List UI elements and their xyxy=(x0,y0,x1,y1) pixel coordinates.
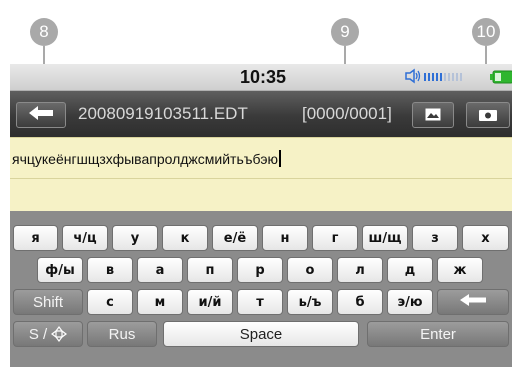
key-p[interactable]: п xyxy=(187,257,233,283)
key-k[interactable]: к xyxy=(162,225,208,251)
callout-marker-9: 9 xyxy=(331,18,359,46)
typed-text: ячцукеёнгшщзхфывапролджсмийтьъбэю xyxy=(12,150,282,167)
picture-icon xyxy=(425,106,441,125)
shift-key[interactable]: Shift xyxy=(13,289,83,315)
enter-key[interactable]: Enter xyxy=(367,321,509,347)
key-soft-hard-sign[interactable]: ь/ъ xyxy=(287,289,333,315)
callout-marker-10: 10 xyxy=(472,18,500,46)
file-counter: [0000/0001] xyxy=(302,104,392,123)
key-t[interactable]: т xyxy=(237,289,283,315)
backspace-key[interactable] xyxy=(437,289,509,315)
callout-marker-8: 8 xyxy=(30,18,58,46)
file-name: 20080919103511.EDT xyxy=(78,104,248,123)
key-n[interactable]: н xyxy=(262,225,308,251)
key-i-ikratkoe[interactable]: и/й xyxy=(187,289,233,315)
back-arrow-icon xyxy=(27,105,55,125)
key-f-y[interactable]: ф/ы xyxy=(37,257,83,283)
key-v[interactable]: в xyxy=(87,257,133,283)
typed-text-value: ячцукеёнгшщзхфывапролджсмийтьъбэю xyxy=(12,151,279,167)
key-b[interactable]: б xyxy=(337,289,383,315)
camera-icon xyxy=(479,106,497,125)
picture-button[interactable] xyxy=(412,102,454,128)
clock-time: 10:35 xyxy=(240,67,287,87)
key-zh[interactable]: ж xyxy=(437,257,483,283)
key-ya[interactable]: я xyxy=(13,225,58,251)
key-sh-shch[interactable]: ш/щ xyxy=(362,225,408,251)
status-bar: 10:35 xyxy=(10,64,512,91)
key-z[interactable]: з xyxy=(412,225,458,251)
key-a[interactable]: а xyxy=(137,257,183,283)
symbols-label: S / xyxy=(28,325,48,343)
key-kh[interactable]: х xyxy=(462,225,509,251)
key-e-yu[interactable]: э/ю xyxy=(387,289,433,315)
speaker-icon xyxy=(404,68,422,88)
key-o[interactable]: о xyxy=(287,257,333,283)
key-s[interactable]: с xyxy=(87,289,133,315)
key-ch-ts[interactable]: ч/ц xyxy=(62,225,108,251)
text-line: ячцукеёнгшщзхфывапролджсмийтьъбэю xyxy=(10,138,512,179)
language-key[interactable]: Rus xyxy=(87,321,157,347)
battery-icon xyxy=(490,69,512,88)
title-bar: 20080919103511.EDT [0000/0001] xyxy=(10,91,512,137)
key-g[interactable]: г xyxy=(312,225,358,251)
symbols-key[interactable]: S / xyxy=(13,321,83,347)
key-e-yo[interactable]: е/ё xyxy=(212,225,258,251)
text-cursor xyxy=(279,150,282,167)
backspace-arrow-icon xyxy=(459,293,487,311)
key-d[interactable]: д xyxy=(387,257,433,283)
key-m[interactable]: м xyxy=(137,289,183,315)
key-l[interactable]: л xyxy=(337,257,383,283)
volume-level-bars xyxy=(424,73,462,81)
directional-pad-icon xyxy=(51,326,68,342)
onscreen-keyboard: я ч/ц у к е/ё н г ш/щ з х ф/ы в а п р о … xyxy=(10,211,512,367)
space-key[interactable]: Space xyxy=(163,321,359,347)
text-editor-area[interactable]: ячцукеёнгшщзхфывапролджсмийтьъбэю xyxy=(10,137,512,212)
camera-button[interactable] xyxy=(466,102,510,128)
back-button[interactable] xyxy=(16,102,66,128)
key-u[interactable]: у xyxy=(112,225,158,251)
key-r[interactable]: р xyxy=(237,257,283,283)
